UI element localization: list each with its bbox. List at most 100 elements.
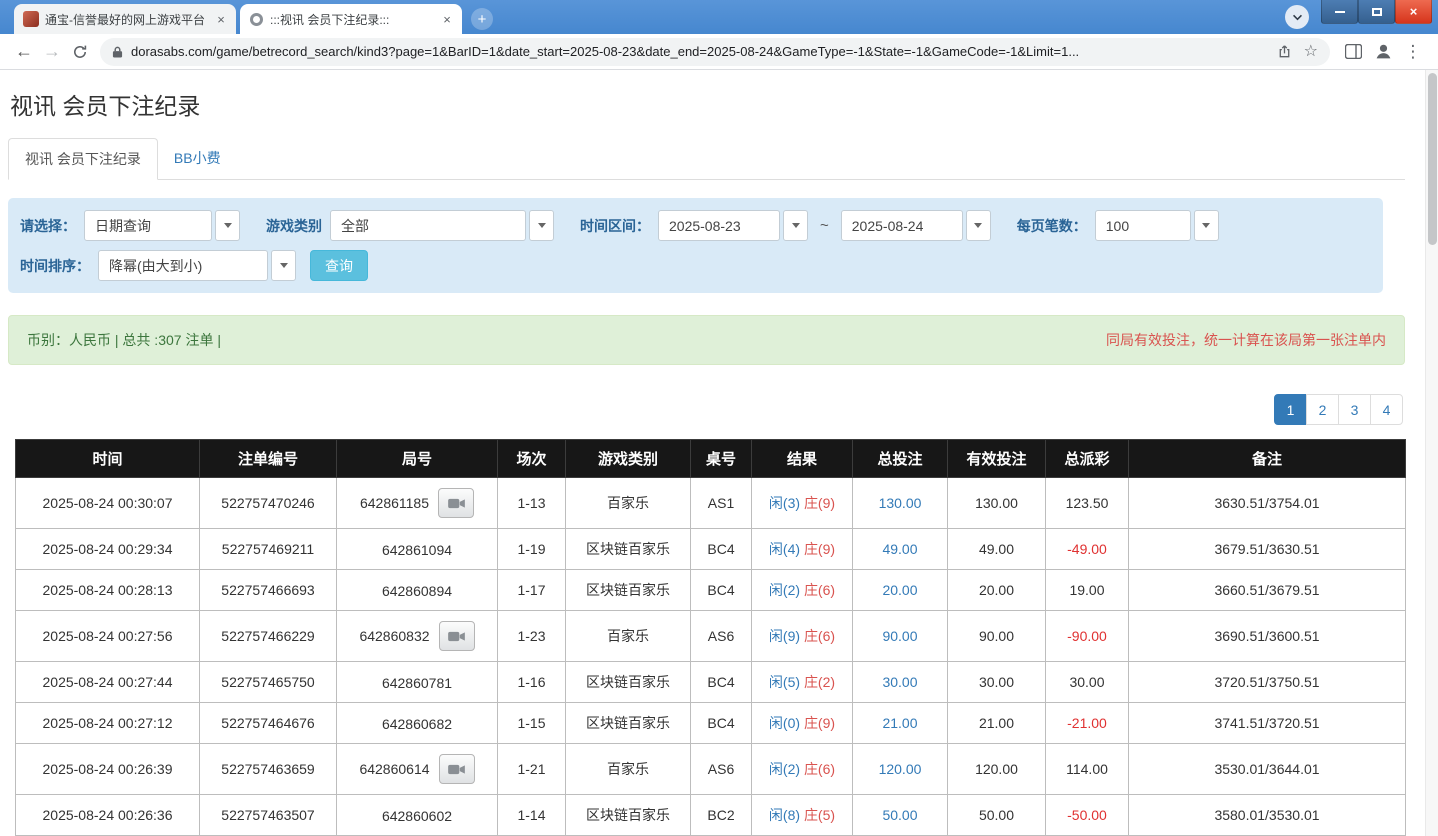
column-header: 局号 xyxy=(336,439,498,478)
cell-total-bet: 120.00 xyxy=(852,743,948,795)
total-bet-link[interactable]: 21.00 xyxy=(882,715,917,731)
total-bet-link[interactable]: 130.00 xyxy=(879,495,922,511)
side-panel-icon[interactable] xyxy=(1338,38,1368,66)
browser-menu-icon[interactable]: ⋮ xyxy=(1398,38,1428,66)
sort-select[interactable]: 降幂(由大到小) xyxy=(98,250,296,281)
column-header: 场次 xyxy=(497,439,566,478)
cell-table-no: AS6 xyxy=(690,743,752,795)
maximize-button[interactable] xyxy=(1358,0,1395,24)
cell-result: 闲(4) 庄(9) xyxy=(751,528,853,570)
column-header: 游戏类别 xyxy=(565,439,691,478)
per-page-label: 每页笔数： xyxy=(1016,217,1087,234)
cell-table-no: BC4 xyxy=(690,528,752,570)
cell-time: 2025-08-24 00:26:36 xyxy=(15,794,200,836)
pagination-page-1[interactable]: 1 xyxy=(1274,394,1307,425)
cell-payout: -50.00 xyxy=(1045,794,1129,836)
video-replay-button[interactable] xyxy=(438,621,475,651)
game-type-select[interactable]: 全部 xyxy=(330,210,554,241)
cell-table-no: BC4 xyxy=(690,569,752,611)
pagination-page-3[interactable]: 3 xyxy=(1338,394,1371,425)
cell-total-bet: 50.00 xyxy=(852,794,948,836)
pagination-page-4[interactable]: 4 xyxy=(1370,394,1403,425)
address-bar[interactable]: dorasabs.com/game/betrecord_search/kind3… xyxy=(100,37,1330,66)
tab-search-chevron-icon[interactable] xyxy=(1285,5,1309,29)
scrollbar-thumb[interactable] xyxy=(1428,73,1437,245)
result-player: 闲(2) xyxy=(768,582,801,598)
chevron-down-icon[interactable] xyxy=(215,210,240,241)
cell-valid-bet: 20.00 xyxy=(947,569,1046,611)
tab-bb-tip[interactable]: BB小费 xyxy=(158,138,237,180)
minimize-icon xyxy=(1334,10,1345,13)
total-bet-link[interactable]: 120.00 xyxy=(879,761,922,777)
profile-avatar-icon[interactable] xyxy=(1368,38,1398,66)
tab-close-icon[interactable]: × xyxy=(213,11,229,27)
cell-bet-id: 522757464676 xyxy=(199,702,337,744)
cell-remark: 3741.51/3720.51 xyxy=(1128,702,1406,744)
cell-table-no: AS1 xyxy=(690,477,752,529)
cell-game-type: 百家乐 xyxy=(565,610,691,662)
cell-total-bet: 21.00 xyxy=(852,702,948,744)
cell-bet-id: 522757470246 xyxy=(199,477,337,529)
chevron-down-icon[interactable] xyxy=(529,210,554,241)
column-header: 总派彩 xyxy=(1045,439,1129,478)
share-icon[interactable] xyxy=(1277,44,1292,59)
query-type-select[interactable]: 日期查询 xyxy=(84,210,240,241)
round-number: 642860894 xyxy=(381,582,453,599)
total-bet-link[interactable]: 20.00 xyxy=(882,582,917,598)
close-window-button[interactable]: × xyxy=(1395,0,1432,24)
summary-bar: 币别：人民币 | 总共 :307 注单 | 同局有效投注，统一计算在该局第一张注… xyxy=(8,315,1405,365)
video-replay-button[interactable] xyxy=(438,488,475,518)
total-bet-link[interactable]: 90.00 xyxy=(882,628,917,644)
search-button[interactable]: 查询 xyxy=(310,250,368,281)
minimize-button[interactable] xyxy=(1321,0,1358,24)
browser-tab-active[interactable]: :::视讯 会员下注纪录::: × xyxy=(240,4,462,34)
chevron-down-icon[interactable] xyxy=(1193,210,1219,241)
tab-bet-records[interactable]: 视讯 会员下注纪录 xyxy=(8,138,158,180)
cell-table-no: AS6 xyxy=(690,610,752,662)
cell-total-bet: 130.00 xyxy=(852,477,948,529)
round-number: 642860781 xyxy=(381,674,453,691)
total-bet-link[interactable]: 49.00 xyxy=(882,541,917,557)
cell-payout: 123.50 xyxy=(1045,477,1129,529)
total-bet-link[interactable]: 30.00 xyxy=(882,674,917,690)
result-player: 闲(4) xyxy=(768,541,801,557)
bookmark-star-icon[interactable]: ☆ xyxy=(1304,43,1318,60)
table-row: 2025-08-24 00:30:07 522757470246 642861185… xyxy=(15,477,1406,529)
date-end-select[interactable]: 2025-08-24 xyxy=(840,210,991,241)
pagination-page-2[interactable]: 2 xyxy=(1306,394,1339,425)
chevron-down-icon[interactable] xyxy=(965,210,991,241)
browser-tab-other-site[interactable]: 通宝-信誉最好的网上游戏平台 × xyxy=(14,4,236,34)
chevron-down-icon[interactable] xyxy=(271,250,296,281)
cell-bet-id: 522757466693 xyxy=(199,569,337,611)
cell-payout: 114.00 xyxy=(1045,743,1129,795)
cell-round: 642861185 xyxy=(336,477,498,529)
table-body: 2025-08-24 00:30:07 522757470246 642861185… xyxy=(15,477,1406,836)
date-start-select[interactable]: 2025-08-23 xyxy=(658,210,808,241)
total-bet-link[interactable]: 50.00 xyxy=(882,807,917,823)
cell-bet-id: 522757465750 xyxy=(199,661,337,703)
refresh-button[interactable] xyxy=(66,38,94,66)
sort-label: 时间排序： xyxy=(20,257,90,274)
column-header: 结果 xyxy=(751,439,853,478)
cell-remark: 3720.51/3750.51 xyxy=(1128,661,1406,703)
tab-close-icon[interactable]: × xyxy=(439,11,455,27)
table-header-row: 时间 注单编号 局号 场次 游戏类别 桌号 结果 总投注 有效投注 总派彩 备注 xyxy=(15,439,1406,478)
back-button[interactable]: ← xyxy=(10,38,38,66)
query-type-label: 请选择： xyxy=(20,217,76,234)
cell-result: 闲(2) 庄(6) xyxy=(751,743,853,795)
table-row: 2025-08-24 00:27:44 522757465750 642860781… xyxy=(15,661,1406,703)
video-replay-button[interactable] xyxy=(438,754,475,784)
globe-favicon xyxy=(250,12,263,26)
cell-remark: 3630.51/3754.01 xyxy=(1128,477,1406,529)
new-tab-button[interactable]: + xyxy=(471,8,493,30)
per-page-select[interactable]: 100 xyxy=(1094,210,1219,241)
table-row: 2025-08-24 00:26:36 522757463507 642860602… xyxy=(15,794,1406,836)
cell-result: 闲(2) 庄(6) xyxy=(751,569,853,611)
forward-button[interactable]: → xyxy=(38,38,66,66)
result-banker: 庄(9) xyxy=(803,541,836,557)
date-end-value: 2025-08-24 xyxy=(840,210,963,241)
chevron-down-icon[interactable] xyxy=(783,210,808,241)
column-header: 备注 xyxy=(1128,439,1406,478)
page-scrollbar[interactable] xyxy=(1425,70,1438,836)
date-start-value: 2025-08-23 xyxy=(658,210,780,241)
